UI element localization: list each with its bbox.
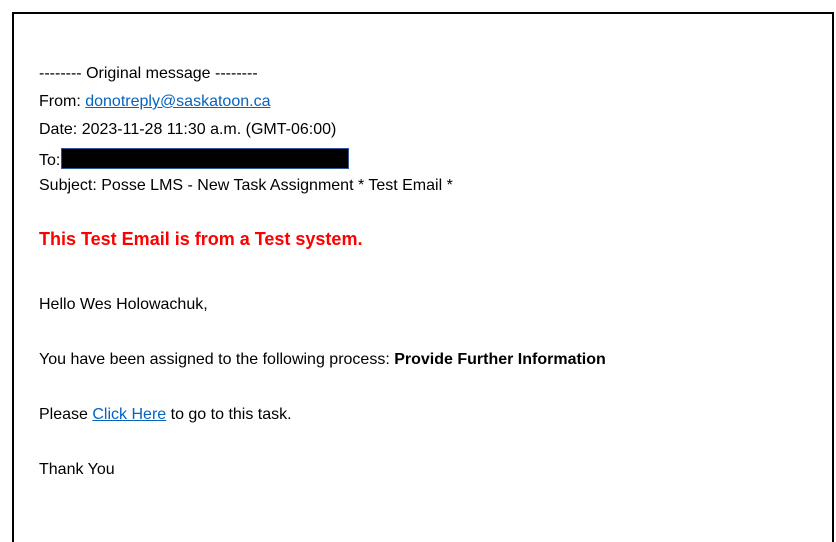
- process-name: Provide Further Information: [394, 351, 606, 368]
- redacted-recipient: [61, 148, 350, 169]
- test-system-warning: This Test Email is from a Test system.: [39, 229, 363, 249]
- date-line: Date: 2023-11-28 11:30 a.m. (GMT-06:00): [39, 121, 337, 138]
- please-text: Please: [39, 406, 93, 423]
- go-to-task-text: to go to this task.: [166, 406, 292, 423]
- to-label: To:: [39, 152, 61, 169]
- original-message-separator: -------- Original message --------: [39, 65, 258, 82]
- closing: Thank You: [39, 461, 115, 478]
- to-line: To:: [39, 148, 350, 171]
- from-email-link[interactable]: donotreply@saskatoon.ca: [85, 93, 270, 110]
- assignment-text: You have been assigned to the following …: [39, 351, 395, 368]
- email-frame: -------- Original message -------- From:…: [12, 12, 834, 542]
- from-label: From:: [39, 93, 86, 110]
- click-here-line: Please Click Here to go to this task.: [39, 405, 292, 425]
- click-here-link[interactable]: Click Here: [92, 406, 166, 423]
- subject-line: Subject: Posse LMS - New Task Assignment…: [39, 177, 453, 194]
- assignment-line: You have been assigned to the following …: [39, 350, 606, 370]
- from-line: From: donotreply@saskatoon.ca: [39, 92, 270, 112]
- greeting: Hello Wes Holowachuk,: [39, 296, 208, 313]
